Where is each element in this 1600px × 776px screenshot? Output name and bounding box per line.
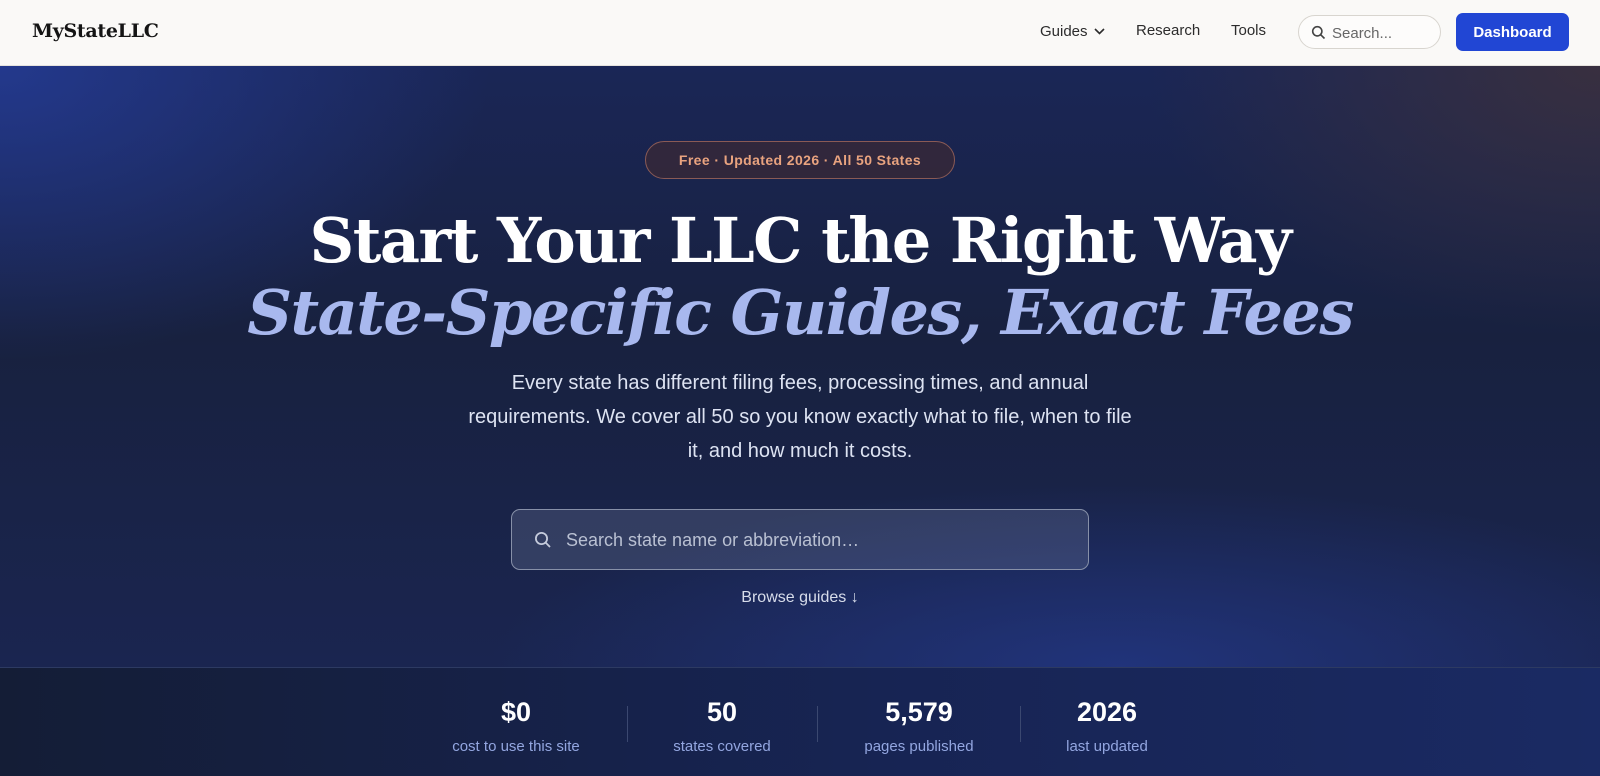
hero-badge: Free · Updated 2026 · All 50 States [645, 141, 955, 179]
site-logo[interactable]: MyStateLLC [32, 20, 159, 42]
nav-guides-label: Guides [1040, 23, 1088, 40]
stat-label: cost to use this site [452, 738, 580, 755]
nav-search-input[interactable] [1332, 22, 1432, 44]
stat-label: pages published [864, 738, 974, 755]
stat-divider [817, 706, 818, 742]
top-nav: MyStateLLC Guides Research Tools Dashboa… [0, 0, 1600, 66]
stat-value: 2026 [1076, 697, 1138, 727]
stat-pages: 5,579 pages published [844, 696, 994, 755]
stat-value: 50 [706, 697, 738, 727]
stat-label: states covered [673, 738, 771, 755]
stat-value: 5,579 [885, 697, 953, 727]
nav-search-box[interactable] [1298, 15, 1441, 49]
chevron-down-icon [1093, 22, 1105, 39]
nav-research-link[interactable]: Research [1136, 22, 1200, 39]
state-search-box[interactable] [511, 509, 1089, 570]
stats-band: $0 cost to use this site 50 states cover… [0, 667, 1600, 776]
stat-states: 50 states covered [652, 696, 792, 755]
nav-tools-link[interactable]: Tools [1231, 22, 1266, 39]
browse-guides-label[interactable]: Browse guides ↓ [741, 589, 858, 606]
state-search-input[interactable] [566, 525, 1066, 555]
stat-value: $0 [500, 697, 532, 727]
hero-section: Free · Updated 2026 · All 50 States Star… [0, 66, 1600, 667]
stat-divider [627, 706, 628, 742]
stat-updated: 2026 last updated [1047, 696, 1167, 755]
hero-headline-accent: State-Specific Guides, Exact Fees [247, 276, 1354, 349]
dashboard-button[interactable]: Dashboard [1456, 13, 1569, 51]
stat-divider [1020, 706, 1021, 742]
browse-guides-link[interactable]: Browse guides ↓ [0, 589, 1600, 607]
hero-description: Every state has different filing fees, p… [468, 372, 1132, 462]
stat-cost: $0 cost to use this site [436, 696, 596, 755]
stat-label: last updated [1066, 738, 1148, 755]
nav-guides-dropdown[interactable]: Guides [1040, 22, 1105, 40]
hero-headline: Start Your LLC the Right Way [309, 204, 1292, 277]
